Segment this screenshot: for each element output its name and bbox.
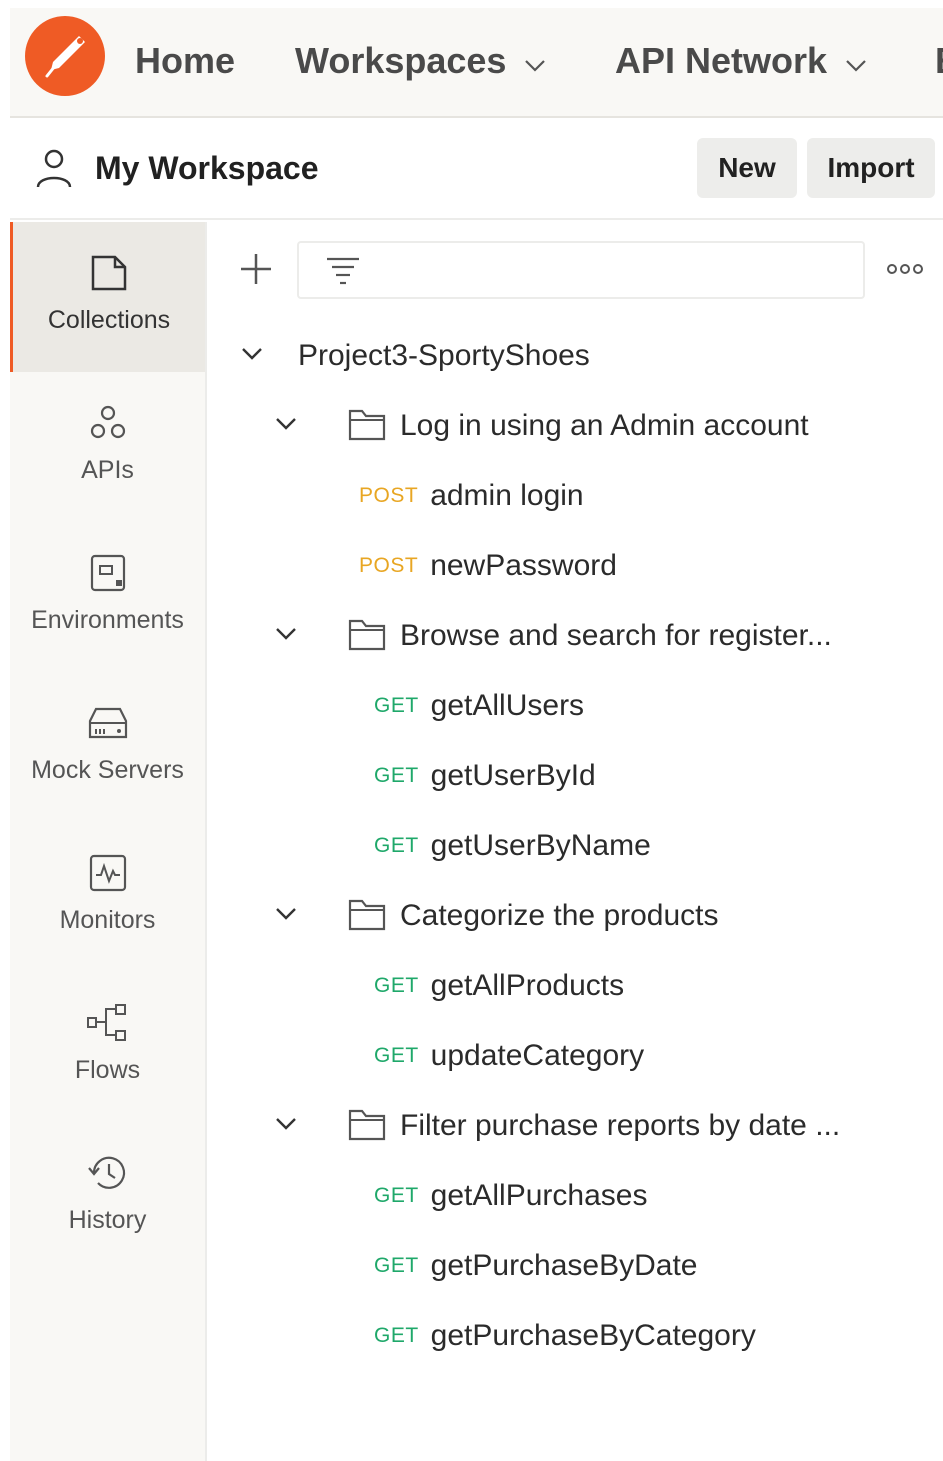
filter-icon — [327, 257, 359, 285]
folder-name: Filter purchase reports by date ... — [400, 1109, 841, 1142]
chevron-down-icon[interactable] — [274, 626, 348, 647]
postman-window: Home Workspaces API Network E My Workspa… — [10, 8, 943, 1461]
nav-api-network-label: API Network — [615, 40, 828, 81]
request-name: newPassword — [430, 549, 617, 582]
workspace-title: My Workspace — [95, 150, 319, 186]
sidebar-item-label: Environments — [31, 606, 184, 634]
nav-workspaces[interactable]: Workspaces — [295, 36, 546, 86]
method-badge: GET — [374, 1254, 419, 1277]
request-row[interactable]: GET getPurchaseByCategory — [374, 1311, 756, 1361]
method-badge: GET — [374, 1324, 419, 1347]
folder-name: Log in using an Admin account — [400, 409, 809, 442]
chevron-down-icon[interactable] — [274, 1116, 348, 1137]
folder-icon — [348, 407, 386, 446]
method-badge: GET — [374, 974, 419, 997]
filter-input[interactable] — [297, 241, 865, 299]
sidebar-item-mock-servers[interactable]: Mock Servers — [10, 672, 205, 822]
method-badge: POST — [359, 484, 419, 507]
request-row[interactable]: POST newPassword — [359, 541, 617, 591]
request-row[interactable]: GET getAllPurchases — [374, 1171, 647, 1221]
folder-icon — [348, 897, 386, 936]
apis-icon — [88, 400, 128, 446]
folder-name: Browse and search for register... — [400, 619, 832, 652]
request-row[interactable]: GET getPurchaseByDate — [374, 1241, 698, 1291]
more-options-icon[interactable] — [886, 262, 924, 281]
folder-row[interactable]: Log in using an Admin account — [274, 401, 809, 451]
method-badge: GET — [374, 1184, 419, 1207]
sidebar-item-collections[interactable]: Collections — [10, 222, 205, 372]
sidebar-item-label: APIs — [81, 456, 134, 484]
method-badge: GET — [374, 764, 419, 787]
add-collection-button[interactable] — [238, 251, 274, 292]
sidebar-item-monitors[interactable]: Monitors — [10, 822, 205, 972]
postman-logo[interactable] — [25, 16, 105, 96]
request-name: getAllUsers — [430, 689, 585, 722]
request-row[interactable]: GET getUserByName — [374, 821, 651, 871]
chevron-down-icon[interactable] — [274, 416, 348, 437]
workspace-header: My Workspace New Import — [10, 120, 943, 220]
monitors-icon — [88, 850, 128, 896]
folder-icon — [348, 1107, 386, 1146]
sidebar-item-label: Mock Servers — [31, 756, 184, 784]
environments-icon — [88, 550, 128, 596]
collection-name: Project3-SportyShoes — [298, 339, 590, 372]
request-name: getAllProducts — [430, 969, 625, 1002]
request-name: updateCategory — [430, 1039, 645, 1072]
nav-api-network[interactable]: API Network — [615, 36, 867, 86]
method-badge: GET — [374, 834, 419, 857]
sidebar-item-environments[interactable]: Environments — [10, 522, 205, 672]
chevron-down-icon[interactable] — [240, 346, 298, 367]
sidebar-item-flows[interactable]: Flows — [10, 972, 205, 1122]
plus-icon — [241, 254, 271, 284]
sidebar-item-label: Monitors — [59, 906, 156, 934]
request-name: getPurchaseByCategory — [430, 1319, 756, 1352]
sidebar-item-label: History — [68, 1206, 147, 1234]
chevron-down-icon[interactable] — [274, 906, 348, 927]
request-row[interactable]: POST admin login — [359, 471, 584, 521]
method-badge: GET — [374, 694, 419, 717]
folder-row[interactable]: Browse and search for register... — [274, 611, 832, 661]
sidebar-item-history[interactable]: History — [10, 1122, 205, 1272]
request-row[interactable]: GET getAllProducts — [374, 961, 624, 1011]
request-name: admin login — [430, 479, 584, 512]
folder-row[interactable]: Categorize the products — [274, 891, 719, 941]
request-name: getAllPurchases — [430, 1179, 648, 1212]
folder-icon — [348, 617, 386, 656]
request-name: getUserByName — [430, 829, 651, 862]
new-button[interactable]: New — [697, 138, 797, 198]
sidebar-item-label: Flows — [74, 1056, 141, 1084]
request-row[interactable]: GET getAllUsers — [374, 681, 584, 731]
rocket-icon — [45, 36, 85, 78]
request-name: getPurchaseByDate — [430, 1249, 698, 1282]
import-button[interactable]: Import — [807, 138, 935, 198]
folder-row[interactable]: Filter purchase reports by date ... — [274, 1101, 840, 1151]
request-row[interactable]: GET updateCategory — [374, 1031, 644, 1081]
sidebar: Collections APIs Environments Mock Serve… — [10, 222, 207, 1461]
folder-name: Categorize the products — [400, 899, 719, 932]
collections-icon — [89, 250, 129, 296]
chevron-down-icon — [845, 40, 867, 82]
method-badge: POST — [359, 554, 419, 577]
nav-home-label: Home — [135, 40, 236, 81]
nav-explore-truncated[interactable]: E — [935, 36, 943, 86]
top-nav: Home Workspaces API Network E — [10, 8, 943, 118]
request-row[interactable]: GET getUserById — [374, 751, 596, 801]
chevron-down-icon — [524, 40, 546, 82]
nav-explore-label: E — [935, 40, 943, 82]
history-icon — [86, 1150, 130, 1196]
collection-row[interactable]: Project3-SportyShoes — [240, 331, 590, 381]
user-icon — [34, 147, 74, 196]
nav-home[interactable]: Home — [135, 36, 235, 86]
sidebar-item-label: Collections — [47, 306, 171, 334]
request-name: getUserById — [430, 759, 596, 792]
sidebar-item-apis[interactable]: APIs — [10, 372, 205, 522]
mock-servers-icon — [86, 700, 130, 746]
nav-workspaces-label: Workspaces — [295, 40, 507, 81]
flows-icon — [86, 1000, 130, 1046]
method-badge: GET — [374, 1044, 419, 1067]
